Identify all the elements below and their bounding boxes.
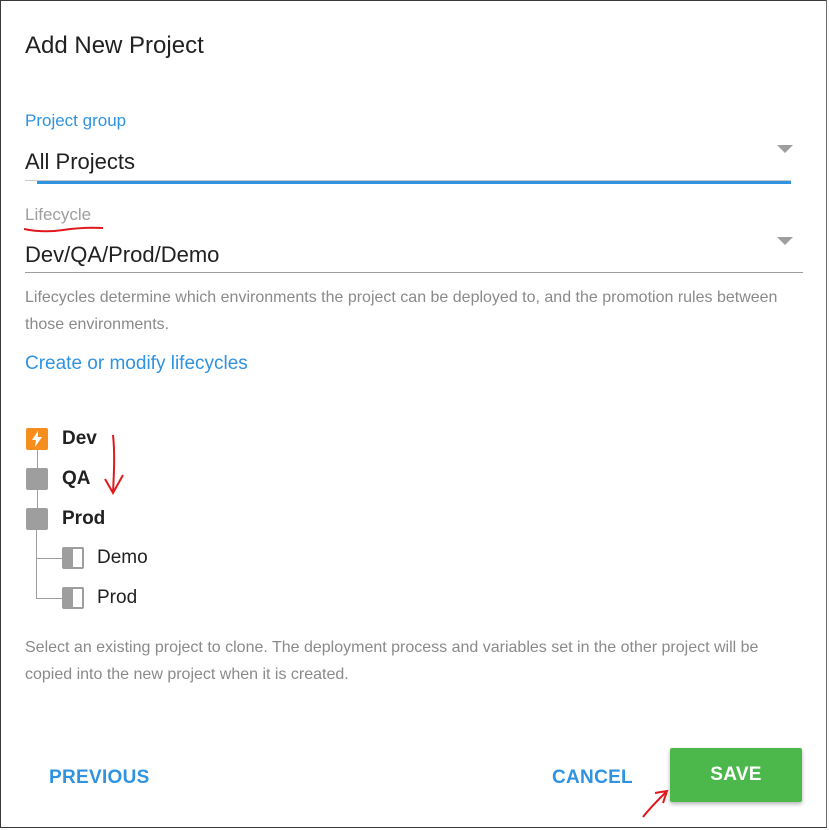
red-underline-annotation: [23, 226, 104, 233]
previous-button[interactable]: PREVIOUS: [49, 767, 150, 789]
create-modify-lifecycles-link[interactable]: Create or modify lifecycles: [25, 353, 248, 375]
dialog-title: Add New Project: [25, 32, 204, 59]
phase-branch-demo: [36, 558, 62, 559]
bolt-icon: [26, 428, 48, 450]
red-arrow-down-annotation: [104, 434, 124, 496]
add-project-dialog: Add New Project Project group All Projec…: [0, 0, 827, 828]
save-button[interactable]: SAVE: [670, 748, 802, 802]
phase-qa: QA: [26, 468, 91, 490]
project-group-chevron-down-icon[interactable]: [777, 145, 793, 153]
clone-help-text: Select an existing project to clone. The…: [25, 639, 759, 683]
phase-label: Demo: [97, 547, 148, 568]
square-icon: [26, 468, 48, 490]
red-arrow-up-annotation: [642, 789, 669, 818]
phase-label: Prod: [62, 508, 106, 529]
phase-prod-sub: Prod: [62, 587, 137, 609]
lifecycle-help-text: Lifecycles determine which environments …: [25, 289, 778, 333]
half-square-icon: [62, 547, 84, 569]
lifecycle-select[interactable]: Dev/QA/Prod/Demo: [25, 242, 219, 268]
project-group-focus-underline: [37, 181, 791, 184]
project-group-select[interactable]: All Projects: [25, 149, 135, 175]
square-icon: [26, 508, 48, 530]
phase-branch-line: [36, 529, 37, 599]
phase-dev: Dev: [26, 428, 97, 450]
phase-label: QA: [62, 468, 91, 489]
lifecycle-label: Lifecycle: [25, 205, 92, 224]
phase-label: Prod: [97, 587, 138, 608]
lifecycle-chevron-down-icon[interactable]: [777, 237, 793, 245]
phase-label: Dev: [62, 428, 97, 449]
half-square-icon: [62, 587, 84, 609]
cancel-button[interactable]: CANCEL: [552, 767, 633, 789]
phase-prod: Prod: [26, 508, 105, 530]
project-group-label: Project group: [25, 111, 127, 130]
phase-branch-prod: [36, 598, 62, 599]
phase-demo-sub: Demo: [62, 547, 148, 569]
lifecycle-underline: [25, 272, 803, 273]
